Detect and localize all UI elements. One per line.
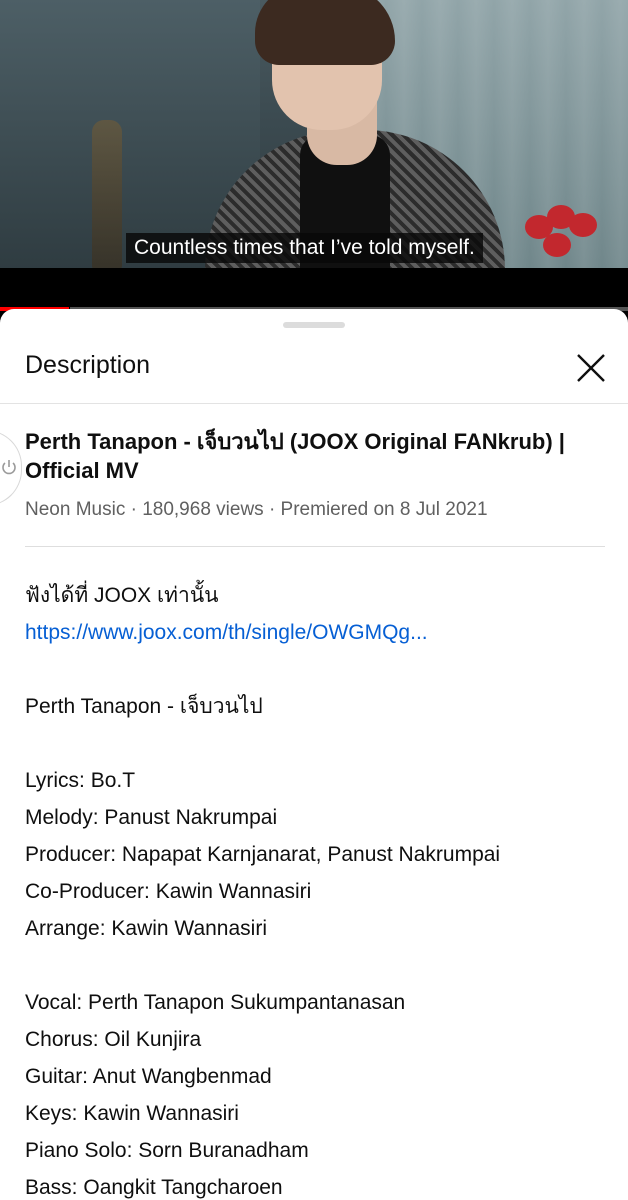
credit-line: Bass: Oangkit Tangcharoen	[25, 1176, 283, 1199]
credit-line: Arrange: Kawin Wannasiri	[25, 917, 267, 940]
divider	[25, 546, 605, 547]
description-text: ฟังได้ที่ JOOX เท่านั้น https://www.joox…	[25, 577, 605, 1200]
credit-line: Keys: Kawin Wannasiri	[25, 1102, 239, 1125]
credit-line: Piano Solo: Sorn Buranadham	[25, 1139, 309, 1162]
song-line: Perth Tanapon - เจ็บวนไป	[25, 695, 263, 718]
video-person-hair	[255, 0, 395, 65]
credit-line: Chorus: Oil Kunjira	[25, 1028, 202, 1051]
listen-line: ฟังได้ที่ JOOX เท่านั้น	[25, 584, 219, 607]
video-meta: Neon Music · 180,968 views · Premiered o…	[25, 499, 488, 520]
joox-link[interactable]: https://www.joox.com/th/single/OWGMQg...	[25, 614, 605, 651]
video-letterbox	[0, 268, 628, 308]
sheet-title: Description	[25, 351, 151, 379]
video-title: Perth Tanapon - เจ็บวนไป (JOOX Original …	[25, 429, 565, 483]
credit-line: Melody: Panust Nakrumpai	[25, 806, 278, 829]
side-power-pill[interactable]	[0, 430, 22, 506]
video-flowers	[525, 205, 605, 265]
credit-line: Vocal: Perth Tanapon Sukumpantanasan	[25, 991, 406, 1014]
power-icon	[2, 460, 16, 475]
video-lamp	[92, 120, 122, 270]
credit-line: Producer: Napapat Karnjanarat, Panust Na…	[25, 843, 501, 866]
credit-line: Co-Producer: Kawin Wannasiri	[25, 880, 312, 903]
drag-handle[interactable]	[283, 322, 345, 328]
close-icon[interactable]	[572, 349, 610, 387]
sheet-header: Description	[0, 331, 628, 404]
description-sheet: Description Perth Tanapon - เจ็บวนไป (JO…	[0, 309, 628, 1200]
credit-line: Guitar: Anut Wangbenmad	[25, 1065, 272, 1088]
description-content: Perth Tanapon - เจ็บวนไป (JOOX Original …	[25, 427, 605, 1200]
credit-line: Lyrics: Bo.T	[25, 769, 136, 792]
video-subtitle: Countless times that I’ve told myself.	[126, 233, 483, 263]
